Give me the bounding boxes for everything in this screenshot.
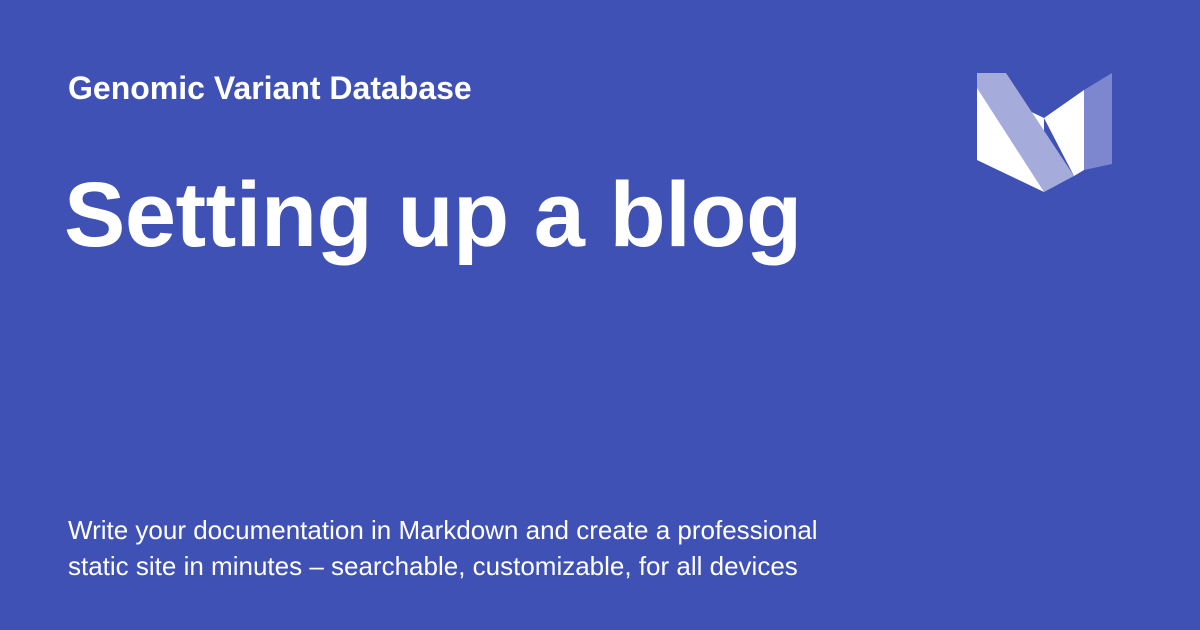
site-name: Genomic Variant Database	[68, 70, 472, 106]
social-card: Genomic Variant Database Setting up a bl…	[0, 0, 1200, 630]
description-line-2: static site in minutes – searchable, cus…	[68, 551, 798, 581]
description-line-1: Write your documentation in Markdown and…	[68, 515, 818, 545]
page-description: Write your documentation in Markdown and…	[68, 512, 968, 584]
page-title: Setting up a blog	[64, 164, 802, 266]
material-logo-icon	[977, 73, 1112, 192]
logo-back-face	[1084, 73, 1112, 170]
